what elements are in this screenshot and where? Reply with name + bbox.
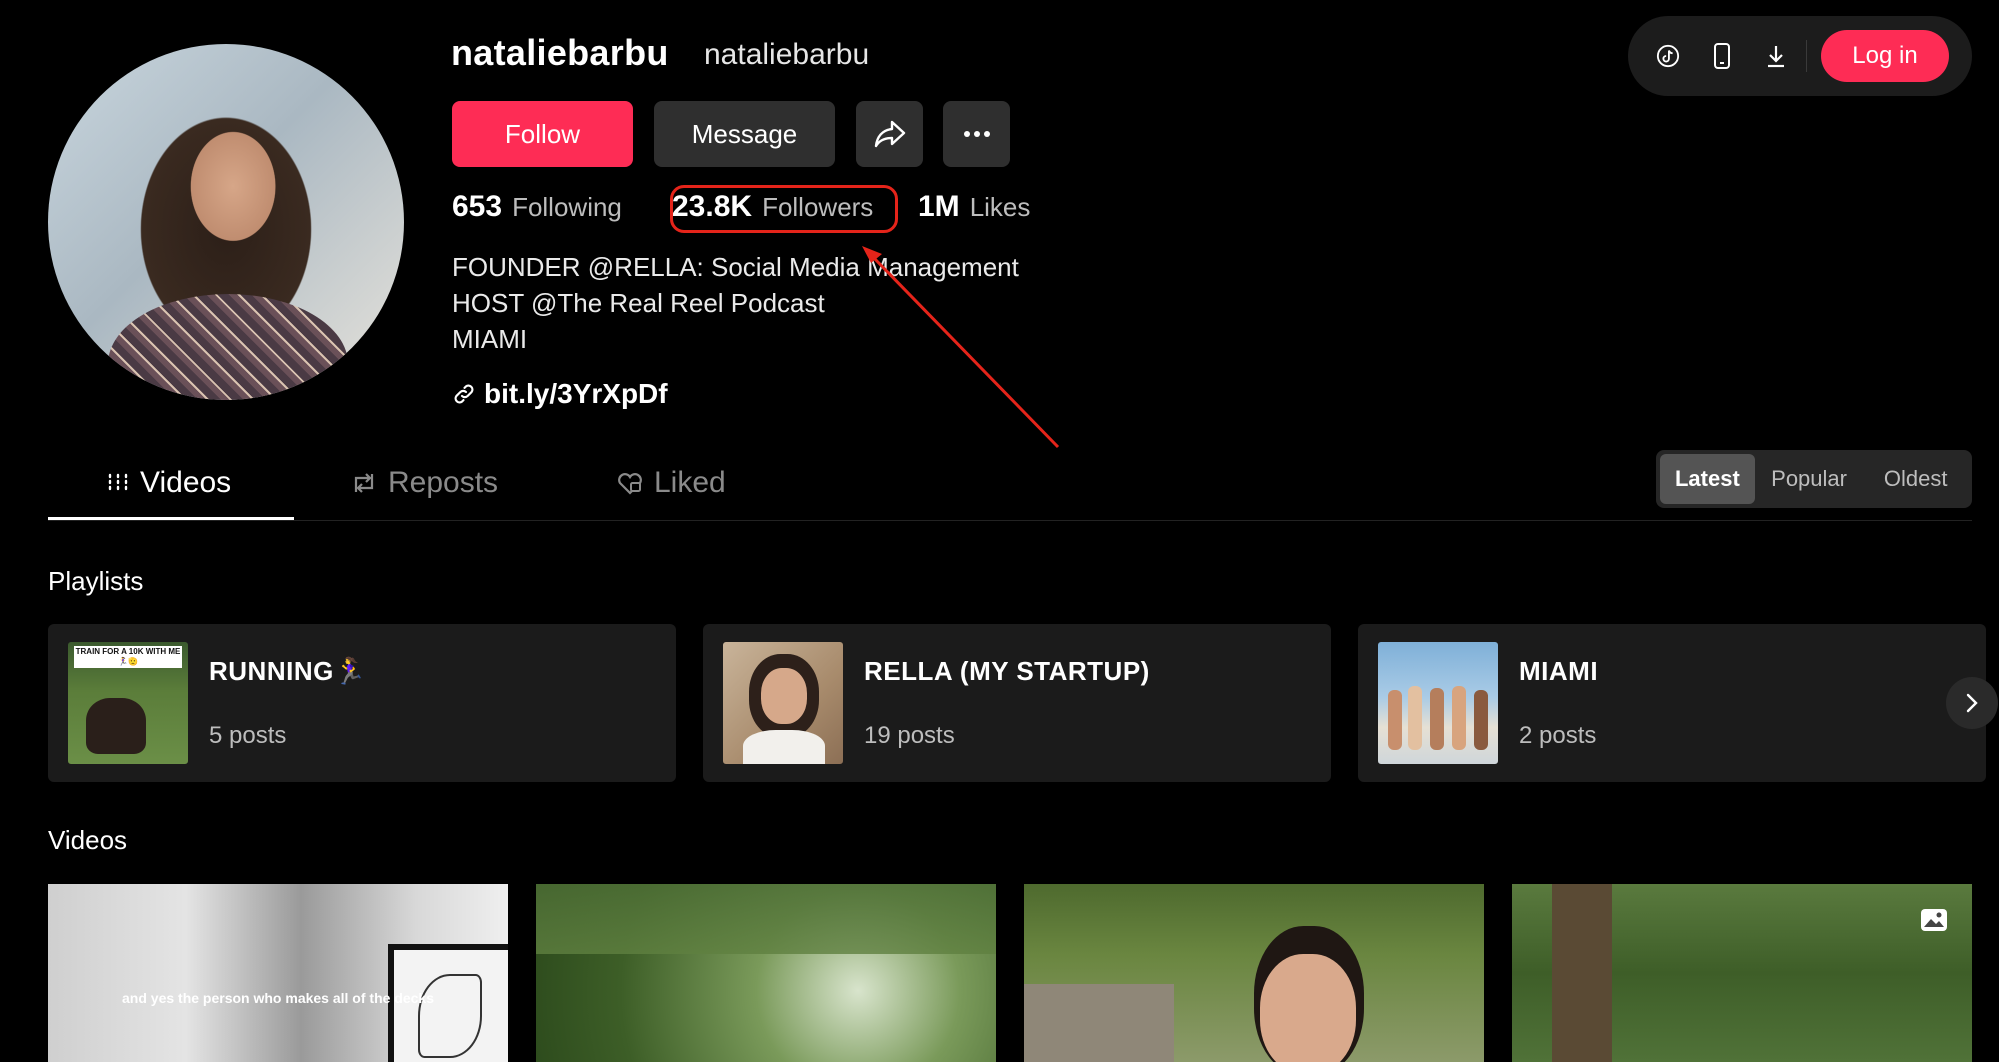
- phone-icon[interactable]: [1710, 43, 1734, 69]
- follow-button[interactable]: Follow: [452, 101, 633, 167]
- grid-icon: [108, 473, 128, 493]
- following-label: Following: [512, 192, 622, 222]
- thumbnail-caption: TRAIN FOR A 10K WITH ME🏃‍♀️🫡: [74, 646, 182, 668]
- playlist-thumbnail: [1378, 642, 1498, 764]
- following-count: 653: [452, 190, 503, 223]
- profile-link-text: bit.ly/3YrXpDf: [484, 378, 668, 409]
- bio-line: MIAMI: [452, 324, 528, 354]
- playlist-card[interactable]: TRAIN FOR A 10K WITH ME🏃‍♀️🫡 RUNNING🏃‍♀️…: [48, 624, 676, 782]
- video-thumbnail[interactable]: [1024, 884, 1484, 1062]
- header-toolbar: Log in: [1628, 16, 1972, 96]
- tab-videos[interactable]: Videos: [106, 466, 231, 500]
- following-stat[interactable]: 653 Following: [452, 190, 622, 224]
- login-button[interactable]: Log in: [1821, 30, 1949, 82]
- more-icon: [963, 131, 990, 137]
- playlist-post-count: 5 posts: [209, 722, 287, 749]
- chevron-right-icon: [1966, 693, 1978, 713]
- tab-label: Reposts: [388, 466, 499, 499]
- likes-label: Likes: [969, 192, 1031, 222]
- playlist-title: RELLA (MY STARTUP): [864, 656, 1150, 686]
- playlist-post-count: 19 posts: [864, 722, 955, 749]
- playlist-thumbnail: TRAIN FOR A 10K WITH ME🏃‍♀️🫡: [68, 642, 188, 764]
- video-caption: and yes the person who makes all of the …: [122, 990, 434, 1006]
- followers-highlight-annotation: [670, 185, 898, 233]
- playlist-post-count: 2 posts: [1519, 722, 1597, 749]
- bio-line: FOUNDER @RELLA: Social Media Management: [452, 252, 1019, 282]
- avatar: [48, 44, 404, 400]
- tab-liked[interactable]: Liked: [616, 466, 726, 500]
- message-button[interactable]: Message: [654, 101, 835, 167]
- profile-nickname: nataliebarbu: [704, 38, 870, 71]
- profile-username: nataliebarbu: [451, 32, 669, 73]
- photo-carousel-icon: [1920, 908, 1948, 932]
- share-button[interactable]: [856, 101, 923, 167]
- share-icon: [874, 120, 905, 148]
- toolbar-divider: [1806, 40, 1807, 72]
- tab-reposts[interactable]: Reposts: [350, 466, 498, 500]
- sort-latest[interactable]: Latest: [1660, 454, 1755, 504]
- heart-lock-icon: [618, 473, 642, 495]
- tabs-divider: [48, 520, 1972, 521]
- tiktok-logo-icon[interactable]: [1656, 44, 1680, 68]
- sort-segmented-control: Latest Popular Oldest: [1656, 450, 1972, 508]
- playlist-card[interactable]: MIAMI 2 posts: [1358, 624, 1986, 782]
- repost-icon: [354, 473, 374, 493]
- tab-label: Liked: [654, 466, 726, 499]
- bio-line: HOST @The Real Reel Podcast: [452, 288, 825, 318]
- likes-stat: 1M Likes: [918, 190, 1030, 224]
- video-thumbnail[interactable]: [1512, 884, 1972, 1062]
- video-thumbnail[interactable]: and yes the person who makes all of the …: [48, 884, 508, 1062]
- sort-oldest[interactable]: Oldest: [1863, 454, 1968, 504]
- playlist-title: MIAMI: [1519, 656, 1599, 686]
- profile-link[interactable]: bit.ly/3YrXpDf: [452, 378, 668, 410]
- tab-label: Videos: [140, 466, 232, 499]
- download-icon[interactable]: [1764, 44, 1788, 68]
- playlists-heading: Playlists: [48, 566, 144, 596]
- more-options-button[interactable]: [943, 101, 1010, 167]
- playlist-next-button[interactable]: [1946, 677, 1998, 729]
- playlist-thumbnail: [723, 642, 843, 764]
- video-thumbnail[interactable]: [536, 884, 996, 1062]
- videos-heading: Videos: [48, 825, 128, 855]
- playlist-title: RUNNING🏃‍♀️: [209, 656, 367, 686]
- active-tab-indicator: [48, 517, 294, 520]
- link-icon: [454, 384, 474, 404]
- likes-count: 1M: [918, 190, 960, 223]
- playlist-card[interactable]: RELLA (MY STARTUP) 19 posts: [703, 624, 1331, 782]
- sort-popular[interactable]: Popular: [1755, 454, 1864, 504]
